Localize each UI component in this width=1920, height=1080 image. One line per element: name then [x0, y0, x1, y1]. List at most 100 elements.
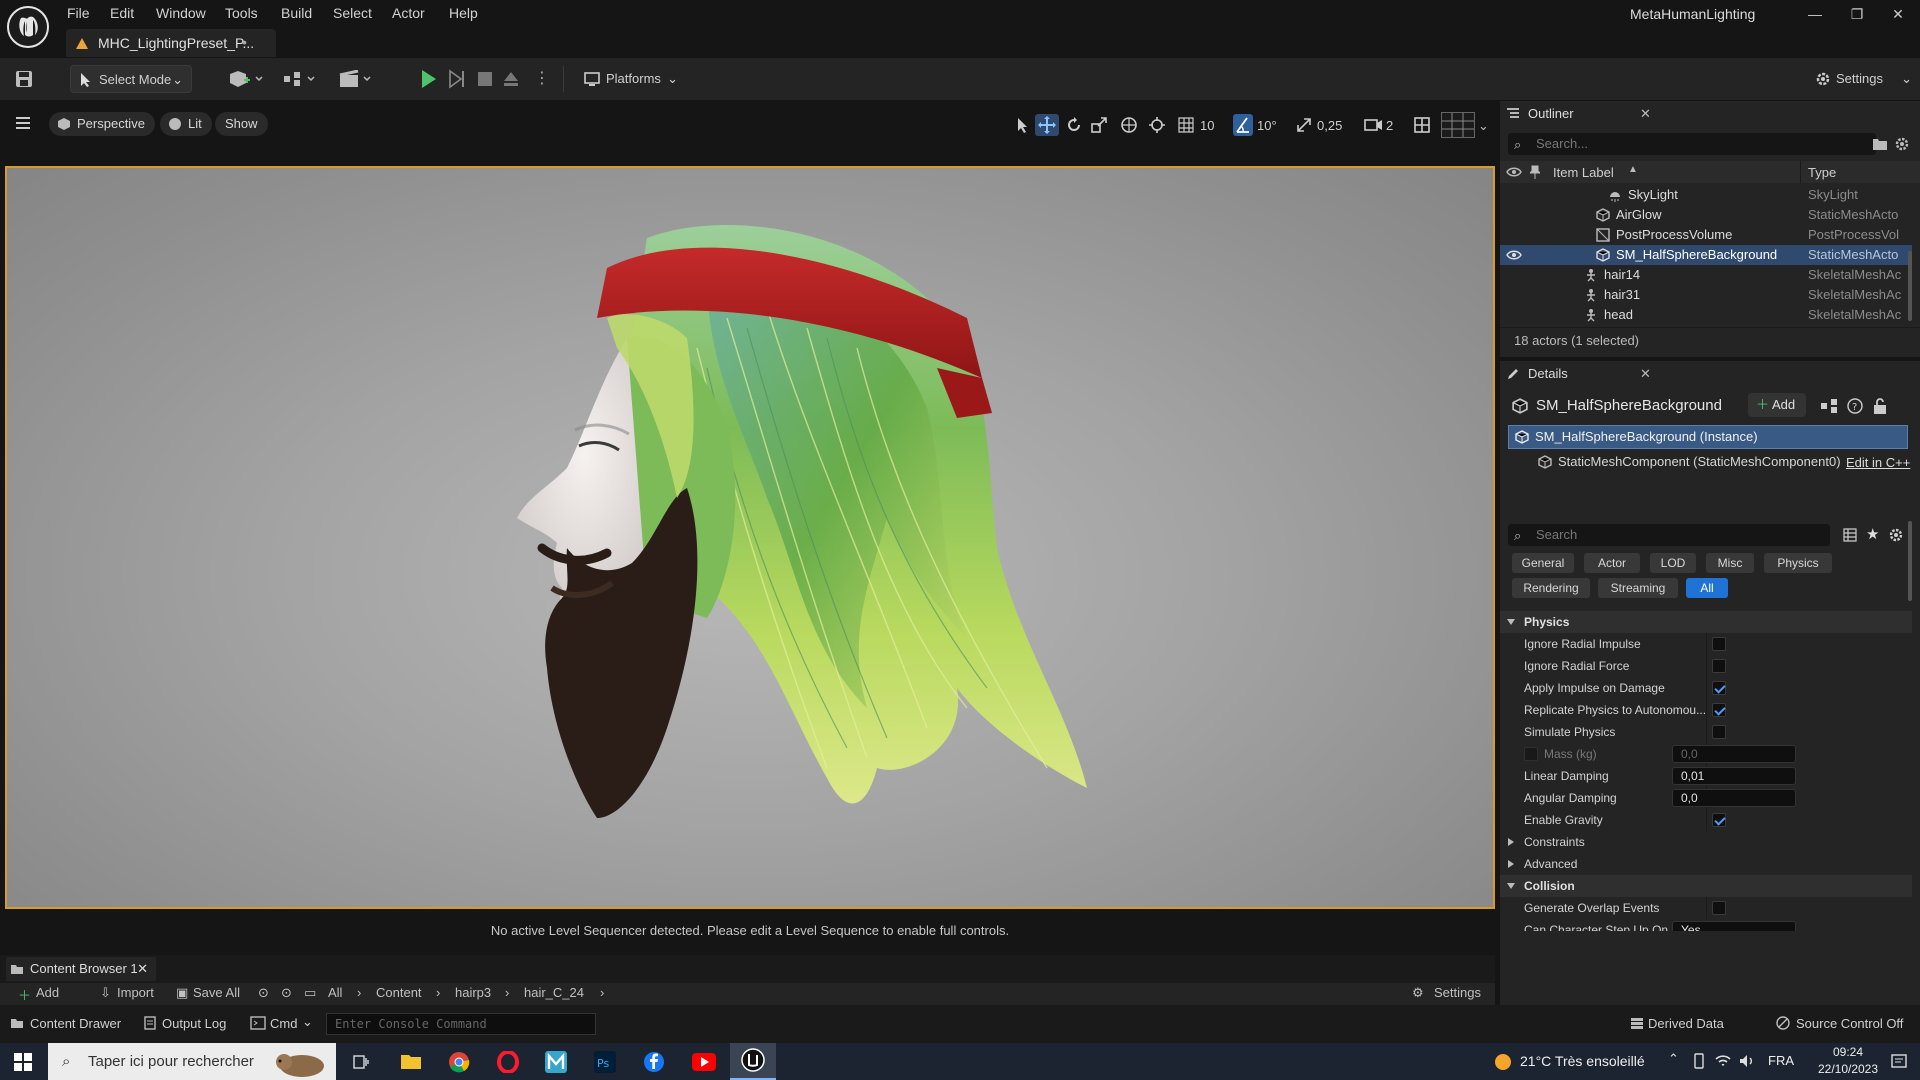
outliner-search-input[interactable]: Search... — [1508, 133, 1876, 155]
task-view-icon[interactable] — [352, 1053, 370, 1071]
outliner-row[interactable]: hair31 SkeletalMeshAc — [1500, 285, 1912, 305]
breadcrumb-hairp3[interactable]: hairp3 — [455, 985, 491, 1000]
outliner-row[interactable]: AirGlow StaticMeshActo — [1500, 205, 1912, 225]
linear-damping-input[interactable]: 0,01 — [1672, 767, 1796, 785]
cb-settings-button[interactable]: Settings — [1434, 985, 1481, 1000]
add-component-button[interactable]: ＋ Add — [1748, 393, 1806, 417]
close-window-icon[interactable]: ✕ — [1888, 6, 1908, 26]
clock-time[interactable]: 09:24 — [1818, 1045, 1878, 1059]
lit-button[interactable]: Lit — [160, 112, 212, 136]
rotation-snap-value[interactable]: 10° — [1257, 116, 1277, 136]
history-forward-icon[interactable]: ⊙ — [281, 985, 292, 1001]
surface-snap-icon[interactable] — [1148, 116, 1166, 136]
tray-device-icon[interactable] — [1692, 1053, 1706, 1069]
selected-actor-name[interactable]: SM_HalfSphereBackground — [1536, 397, 1722, 414]
maya-icon[interactable] — [545, 1051, 567, 1073]
volume-icon[interactable] — [1738, 1053, 1756, 1069]
console-command-input[interactable]: Enter Console Command — [326, 1013, 596, 1035]
outliner-row-selected[interactable]: SM_HalfSphereBackground StaticMeshActo — [1500, 245, 1912, 265]
add-actor-icon[interactable] — [228, 70, 264, 88]
opera-icon[interactable] — [497, 1051, 519, 1073]
windows-start-icon[interactable] — [14, 1053, 32, 1071]
cinematics-icon[interactable] — [338, 70, 374, 88]
select-tool-icon[interactable] — [1015, 116, 1031, 136]
file-explorer-icon[interactable] — [400, 1051, 422, 1071]
mass-input[interactable]: 0,0 — [1672, 745, 1796, 763]
grid-snap-icon[interactable] — [1177, 116, 1195, 136]
close-tab-icon[interactable]: ✕ — [137, 957, 148, 981]
breadcrumb-all[interactable]: All — [328, 985, 342, 1000]
viewport-layout-icon[interactable] — [1413, 116, 1431, 136]
wifi-icon[interactable] — [1714, 1053, 1732, 1069]
close-panel-icon[interactable]: ✕ — [1640, 101, 1651, 127]
type-column-header[interactable]: Type — [1808, 165, 1836, 180]
cb-add-button[interactable]: Add — [36, 985, 59, 1000]
grid-snap-value[interactable]: 10 — [1200, 116, 1214, 136]
filter-misc[interactable]: Misc — [1706, 553, 1754, 573]
close-panel-icon[interactable]: ✕ — [1640, 361, 1651, 387]
filter-rendering[interactable]: Rendering — [1512, 578, 1590, 598]
rotate-tool-icon[interactable] — [1065, 116, 1083, 136]
source-control-button[interactable]: Source Control Off — [1796, 1016, 1903, 1031]
blueprint-icon[interactable] — [282, 70, 318, 88]
scale-snap-value[interactable]: 0,25 — [1317, 116, 1342, 136]
ignore-radial-force-checkbox[interactable] — [1712, 659, 1726, 673]
apply-impulse-on-damage-checkbox[interactable] — [1712, 681, 1726, 695]
blueprint-convert-icon[interactable] — [1820, 397, 1838, 415]
menu-tools[interactable]: Tools — [225, 3, 258, 23]
world-space-icon[interactable] — [1120, 116, 1138, 136]
menu-build[interactable]: Build — [281, 3, 312, 23]
filter-lod[interactable]: LOD — [1650, 553, 1696, 573]
eject-button[interactable] — [502, 70, 520, 88]
menu-window[interactable]: Window — [156, 3, 206, 23]
outliner-tab[interactable]: Outliner ✕ — [1500, 101, 1660, 127]
new-folder-icon[interactable] — [1872, 136, 1888, 152]
ignore-radial-impulse-checkbox[interactable] — [1712, 637, 1726, 651]
tray-chevron-up-icon[interactable]: ⌃ — [1668, 1051, 1679, 1067]
outliner-row[interactable]: head SkeletalMeshAc — [1500, 305, 1912, 325]
notifications-icon[interactable] — [1890, 1053, 1908, 1071]
step-frame-button[interactable] — [447, 68, 467, 90]
lock-icon[interactable] — [1872, 397, 1888, 415]
content-drawer-button[interactable]: Content Drawer — [30, 1016, 121, 1031]
perspective-button[interactable]: Perspective — [49, 112, 155, 136]
menu-actor[interactable]: Actor — [392, 3, 425, 23]
level-tab[interactable]: MHC_LightingPreset_P... • — [66, 29, 276, 57]
output-log-button[interactable]: Output Log — [162, 1016, 226, 1031]
help-icon[interactable]: ? — [1846, 397, 1864, 415]
scale-tool-icon[interactable] — [1090, 116, 1108, 136]
details-scrollbar[interactable] — [1908, 521, 1912, 601]
translate-tool-icon[interactable] — [1035, 114, 1059, 136]
simulate-physics-checkbox[interactable] — [1712, 725, 1726, 739]
rotation-snap-icon[interactable] — [1233, 114, 1253, 136]
outliner-row[interactable]: hair14 SkeletalMeshAc — [1500, 265, 1912, 285]
menu-select[interactable]: Select — [333, 3, 372, 23]
stop-button[interactable] — [476, 70, 494, 88]
photoshop-icon[interactable]: Ps — [594, 1051, 616, 1073]
breadcrumb-hair-c-24[interactable]: hair_C_24 — [524, 985, 584, 1000]
history-back-icon[interactable]: ⊙ — [258, 985, 269, 1001]
filter-streaming[interactable]: Streaming — [1598, 578, 1678, 598]
filter-actor[interactable]: Actor — [1584, 553, 1640, 573]
constraints-group[interactable]: Constraints — [1500, 831, 1912, 853]
angular-damping-input[interactable]: 0,0 — [1672, 789, 1796, 807]
weather-text[interactable]: 21°C Très ensoleillé — [1520, 1053, 1645, 1069]
generate-overlap-events-checkbox[interactable] — [1712, 901, 1726, 915]
outliner-settings-gear-icon[interactable] — [1894, 136, 1910, 152]
windows-search-box[interactable]: ⌕ Taper ici pour rechercher — [48, 1043, 336, 1080]
viewport-options-chevron-icon[interactable]: ⌄ — [1478, 116, 1489, 136]
edit-in-cpp-link[interactable]: Edit in C++ — [1846, 455, 1910, 470]
unreal-logo-icon[interactable] — [6, 5, 50, 49]
viewport-maximize-icon[interactable] — [1441, 112, 1475, 138]
cb-import-button[interactable]: Import — [117, 985, 154, 1000]
filter-all[interactable]: All — [1686, 578, 1728, 598]
outliner-row[interactable]: PostProcessVolume PostProcessVol — [1500, 225, 1912, 245]
filter-general[interactable]: General — [1512, 553, 1574, 573]
enable-gravity-checkbox[interactable] — [1712, 813, 1726, 827]
content-browser-tab[interactable]: Content Browser 1 ✕ — [6, 957, 156, 981]
scale-snap-icon[interactable] — [1295, 116, 1313, 136]
filter-physics[interactable]: Physics — [1764, 553, 1832, 573]
facebook-icon[interactable] — [643, 1051, 665, 1073]
component-tree-root[interactable]: SM_HalfSphereBackground (Instance) — [1508, 425, 1908, 449]
physics-section-header[interactable]: Physics — [1500, 611, 1912, 633]
